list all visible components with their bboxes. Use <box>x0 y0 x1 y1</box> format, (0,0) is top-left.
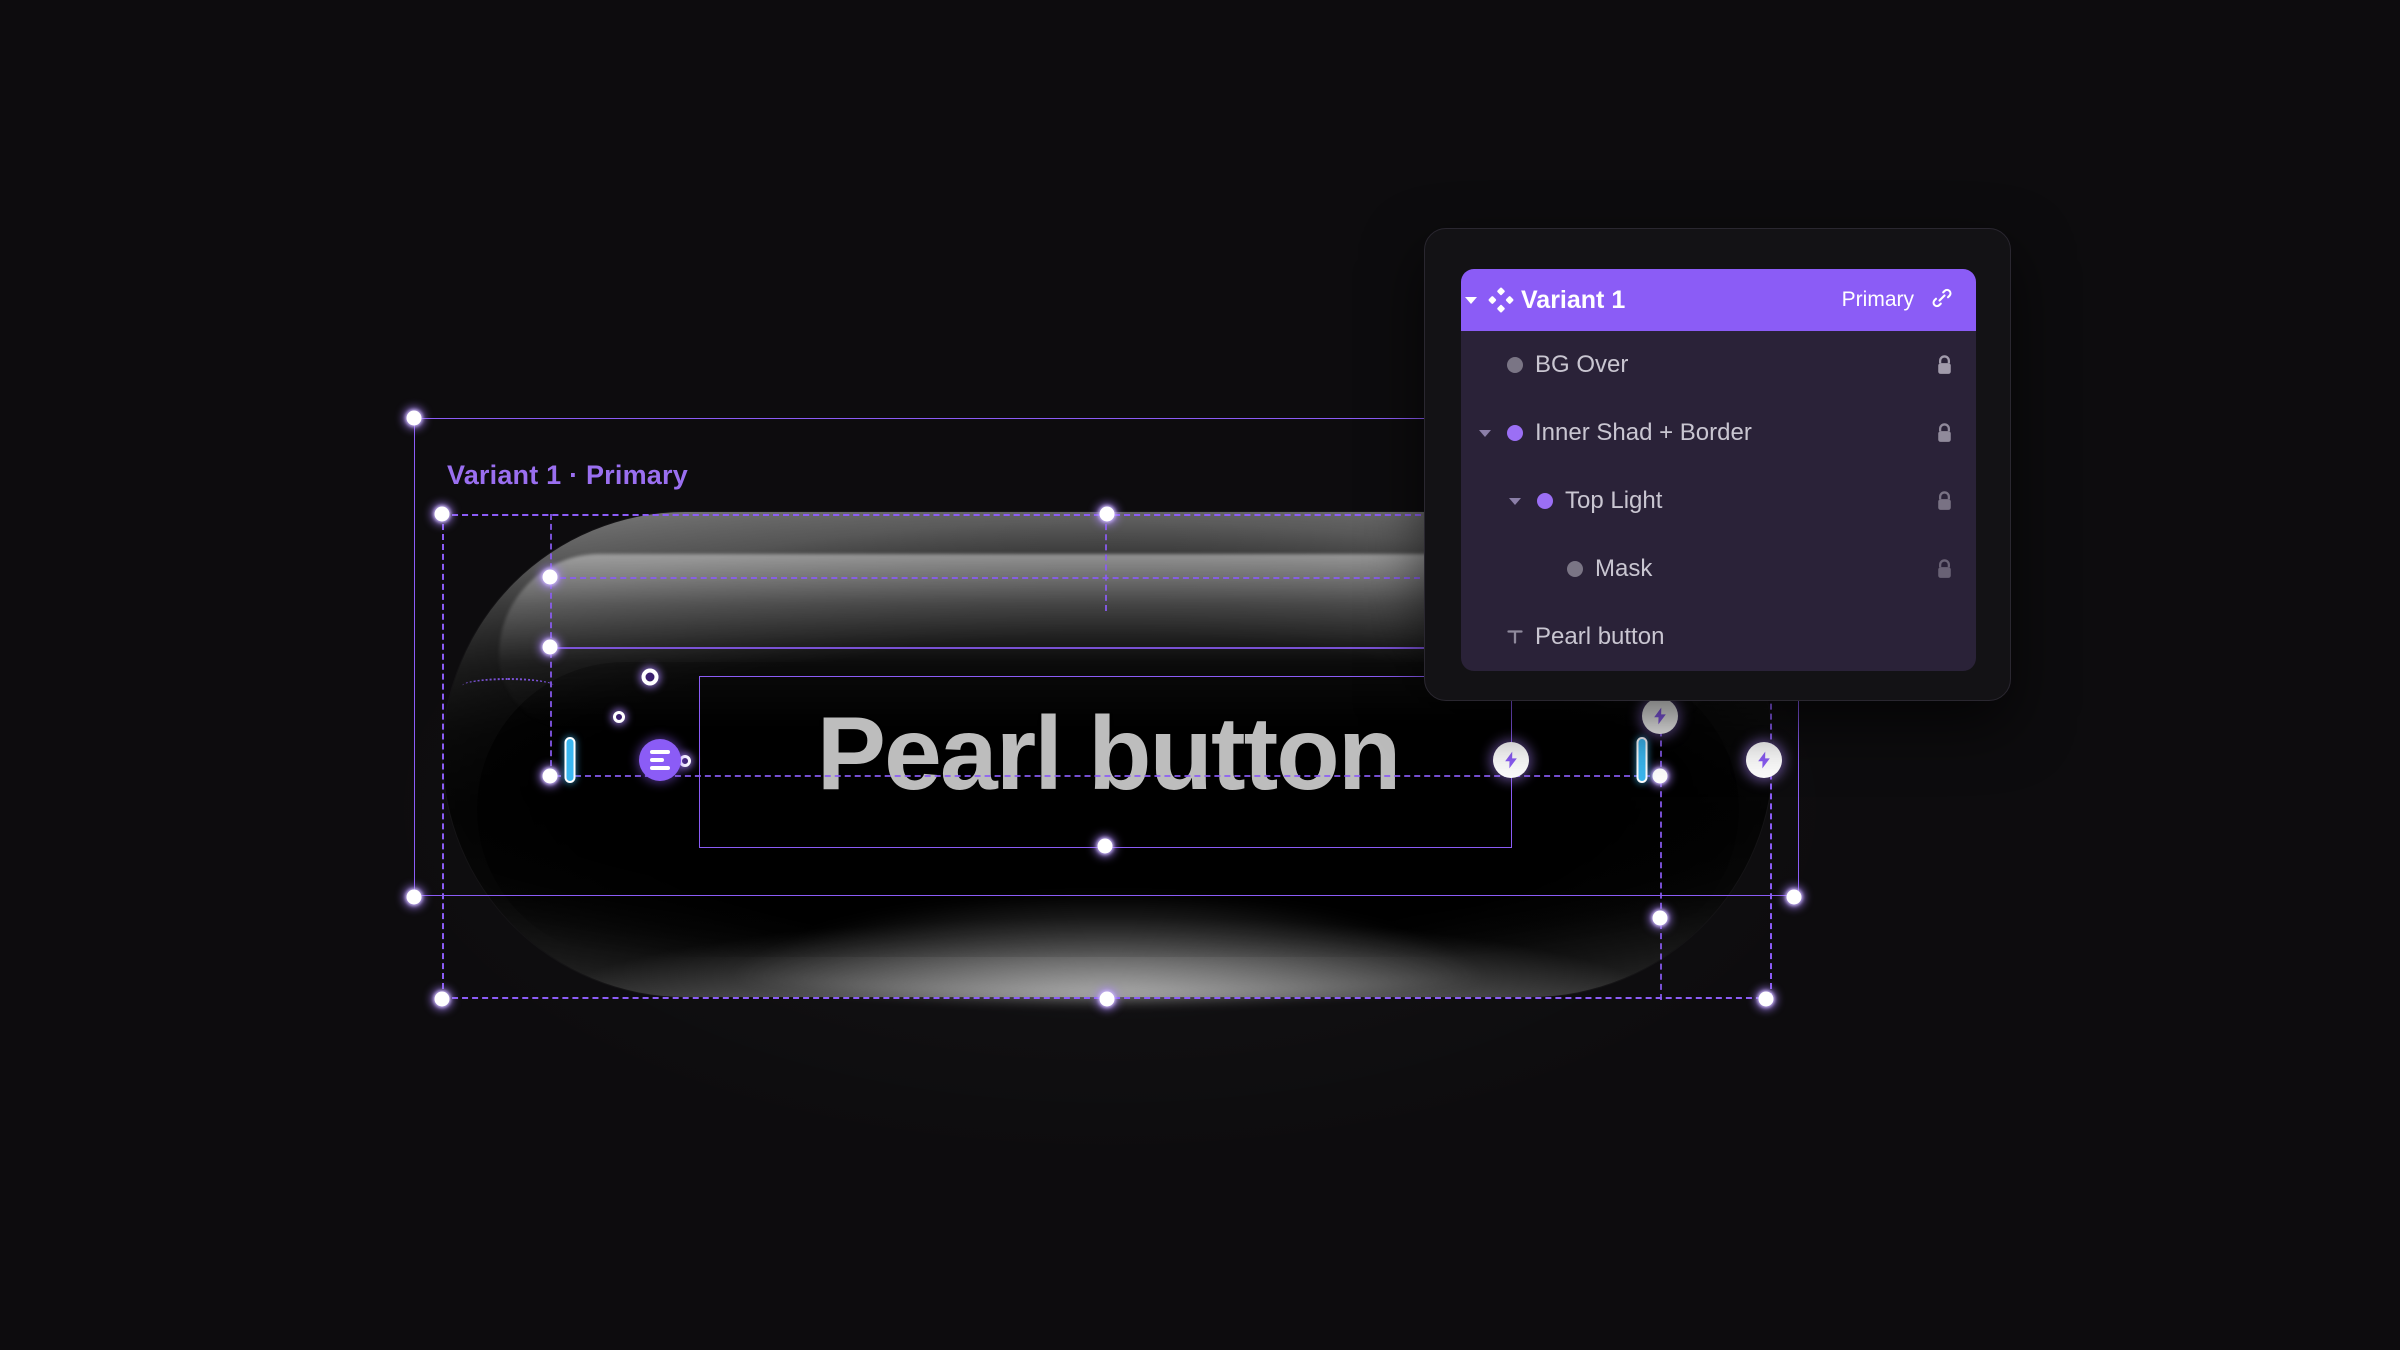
handle-outer-top-center[interactable] <box>1099 506 1115 522</box>
design-canvas[interactable]: Pearl button Variant 1 · Primary Variant… <box>0 0 2400 1350</box>
component-icon <box>1481 287 1521 313</box>
layers-panel-container: Variant 1 Primary BG Over Inner Shad + Bo… <box>1424 228 2011 701</box>
lock-icon[interactable] <box>1935 558 1954 580</box>
align-badge[interactable] <box>639 739 681 781</box>
layer-rows: BG Over Inner Shad + Border Top Light Mask P… <box>1461 331 1976 671</box>
text-cursor-handle-right[interactable] <box>1636 737 1648 783</box>
layer-name: Variant 1 <box>1521 285 1626 314</box>
handle-outer-bottom-center[interactable] <box>1099 991 1115 1007</box>
layer-row[interactable]: Pearl button <box>1461 603 1976 671</box>
lock-icon[interactable] <box>1935 422 1954 444</box>
handle-group-top-left[interactable] <box>406 410 422 426</box>
anchor-ring-upper[interactable] <box>641 668 659 686</box>
guide-toplight-bottom <box>550 577 1430 579</box>
handle-toplight-bottom-left[interactable] <box>542 639 558 655</box>
layer-row[interactable]: Top Light <box>1461 467 1976 535</box>
layer-name: Inner Shad + Border <box>1535 419 1752 446</box>
layer-color-dot <box>1495 425 1535 441</box>
link-icon[interactable] <box>1930 286 1954 315</box>
layers-panel: Variant 1 Primary BG Over Inner Shad + Bo… <box>1461 269 1976 671</box>
handle-outer-bottom-left[interactable] <box>434 991 450 1007</box>
chevron-down-icon[interactable] <box>1475 429 1495 437</box>
variant-property-value: Primary <box>1841 288 1914 311</box>
anchor-ring-lower[interactable] <box>613 711 625 723</box>
layer-color-dot <box>1495 357 1535 373</box>
autolayout-badge-top[interactable] <box>1642 698 1678 734</box>
lightning-icon <box>1505 751 1517 769</box>
lightning-icon <box>1654 707 1666 725</box>
layer-color-dot <box>1525 493 1565 509</box>
handle-outer-top-left[interactable] <box>434 506 450 522</box>
autolayout-badge-left[interactable] <box>1493 742 1529 778</box>
align-icon <box>650 750 670 770</box>
lock-icon[interactable] <box>1935 490 1954 512</box>
chevron-down-icon[interactable] <box>1461 296 1481 304</box>
layer-row[interactable]: Inner Shad + Border <box>1461 399 1976 467</box>
text-cursor-handle-left[interactable] <box>564 737 576 783</box>
layer-name: Pearl button <box>1535 623 1665 650</box>
lightning-icon <box>1758 751 1770 769</box>
guide-baseline-dashed <box>555 775 1660 777</box>
layer-row-variant-1[interactable]: Variant 1 Primary <box>1461 269 1976 331</box>
layer-color-dot <box>1555 561 1595 577</box>
handle-mask-corner[interactable] <box>1652 910 1668 926</box>
layer-row[interactable]: BG Over <box>1461 331 1976 399</box>
chevron-down-icon[interactable] <box>1505 497 1525 505</box>
handle-outer-bottom-right[interactable] <box>1758 991 1774 1007</box>
layer-row[interactable]: Mask <box>1461 535 1976 603</box>
layer-name: BG Over <box>1535 351 1629 378</box>
handle-group-right-mid[interactable] <box>1786 889 1802 905</box>
handle-group-left-mid[interactable] <box>406 889 422 905</box>
autolayout-badge-right[interactable] <box>1746 742 1782 778</box>
handle-text-bottom-center[interactable] <box>1097 838 1113 854</box>
guide-toplight-solid <box>550 647 1430 649</box>
layer-name: Mask <box>1595 555 1653 582</box>
handle-text-bottom-right[interactable] <box>1652 768 1668 784</box>
guide-secondary-dotted <box>462 678 554 694</box>
frame-name-label[interactable]: Variant 1 · Primary <box>447 460 688 491</box>
guide-vertical-right <box>1660 700 1662 1000</box>
handle-text-left[interactable] <box>542 768 558 784</box>
layer-name: Top Light <box>1565 487 1663 514</box>
lock-icon[interactable] <box>1935 354 1954 376</box>
guide-vertical-mid <box>1105 514 1107 611</box>
text-layer-icon <box>1495 627 1535 647</box>
handle-toplight-top-left[interactable] <box>542 569 558 585</box>
